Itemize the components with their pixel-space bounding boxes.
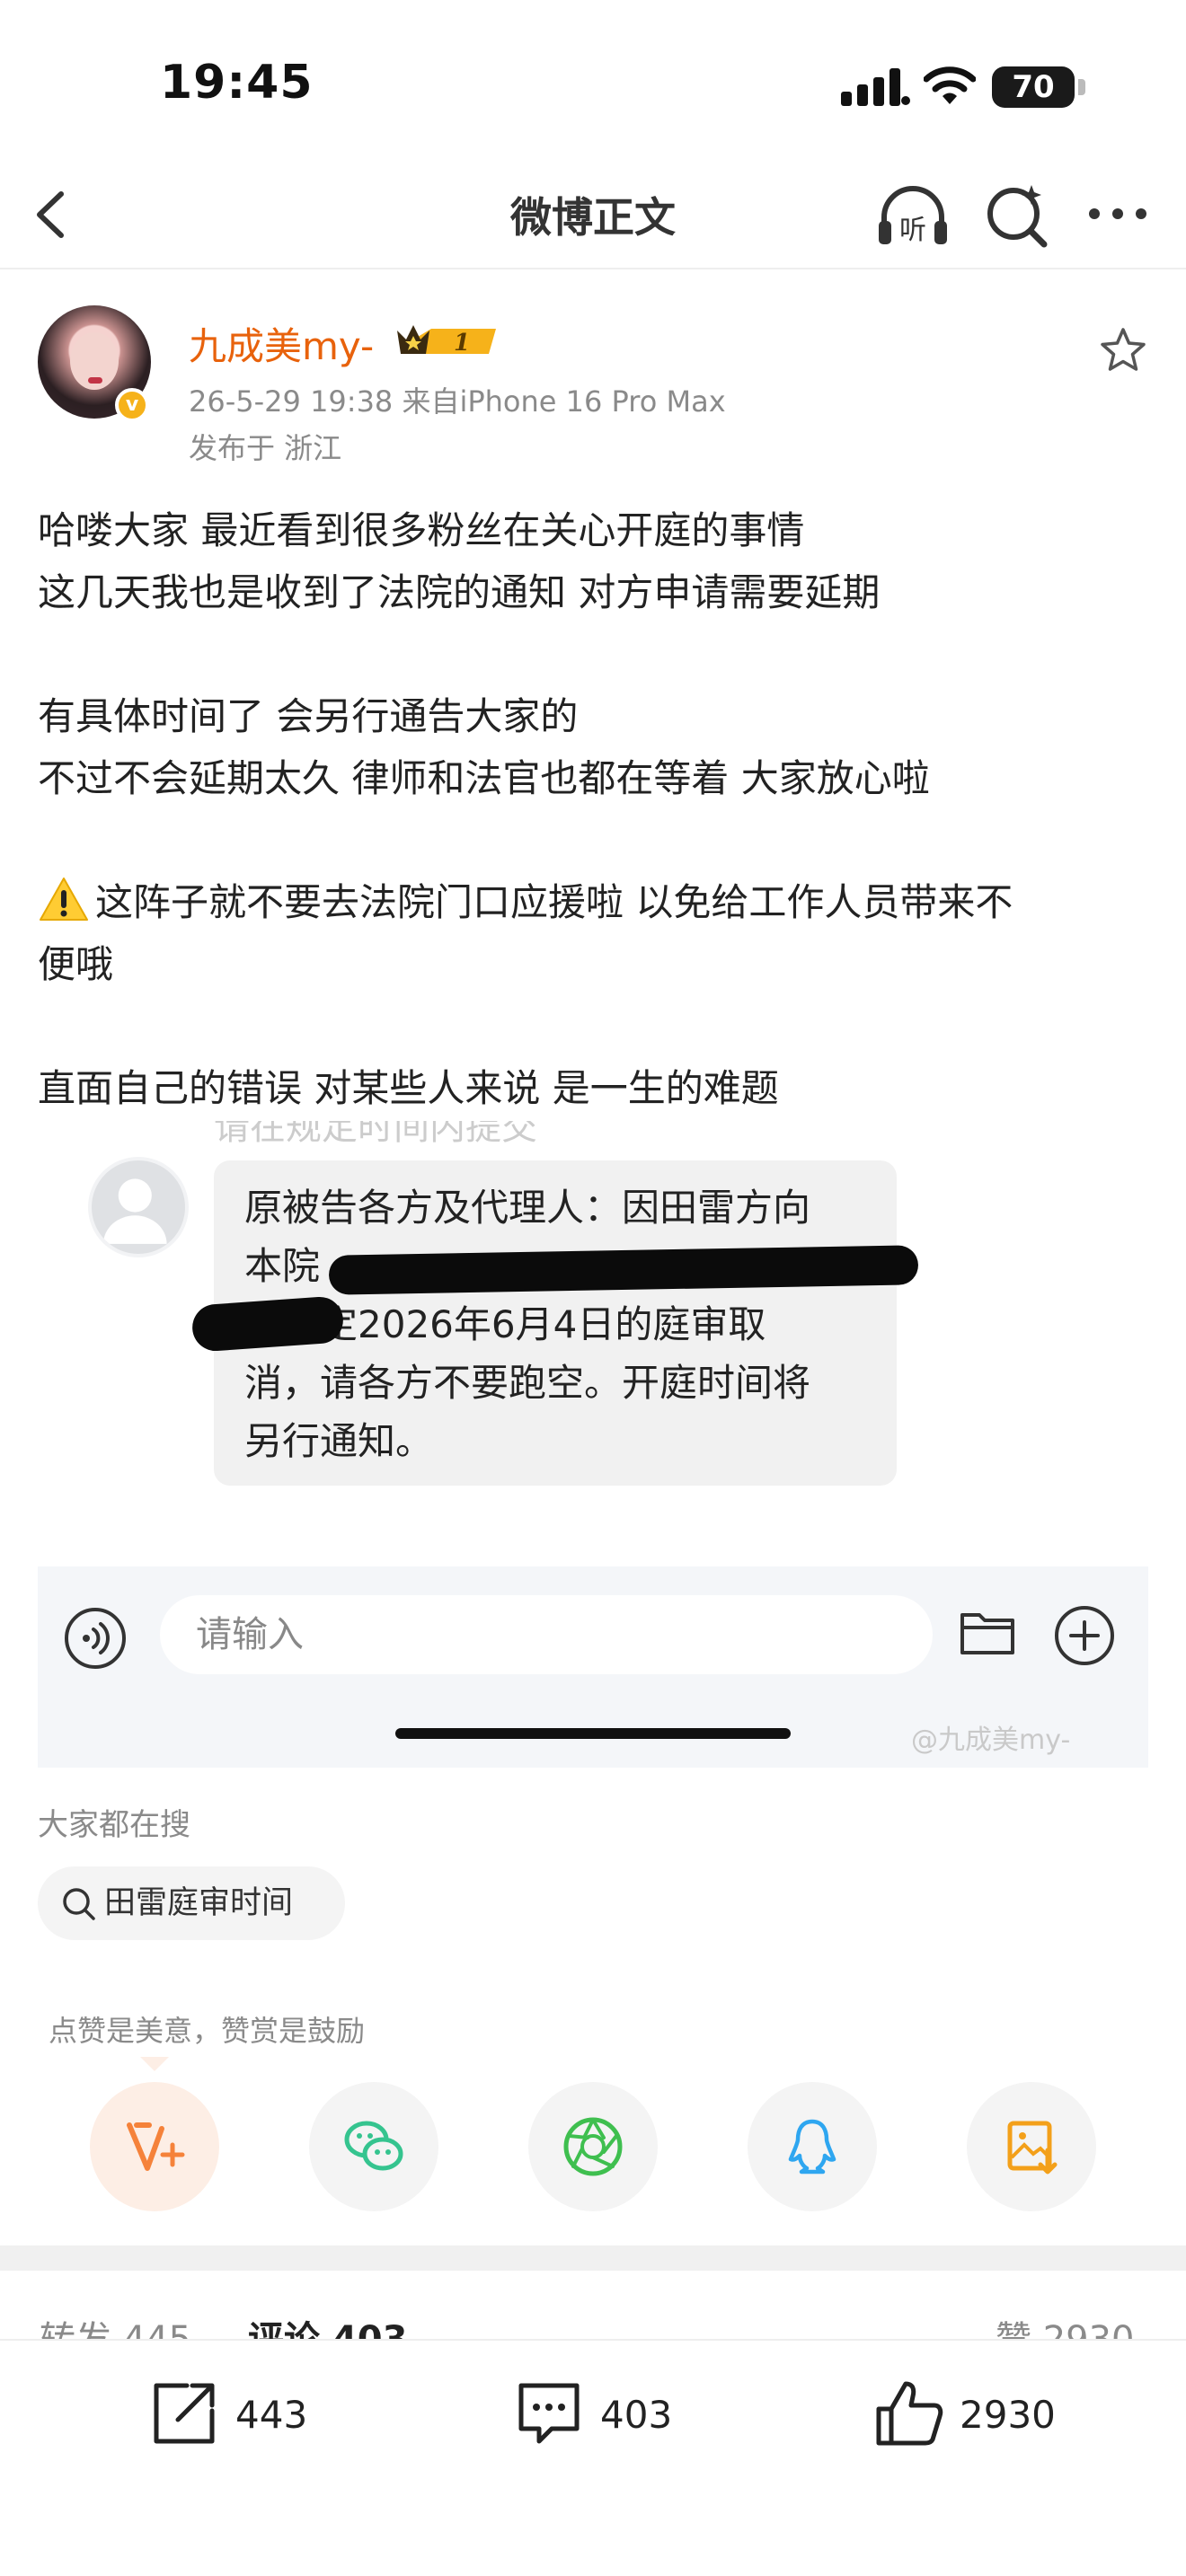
cellular-signal-icon [841,68,910,106]
vip-crown-badge-icon[interactable]: 1 [395,320,501,363]
folder-icon [960,1613,1014,1654]
post-meta: 26-5-29 19:38 来自iPhone 16 Pro Max [189,384,726,419]
wifi-icon [924,66,976,104]
message-bubble: 原被告各方及代理人：因田雷方向 本院 ，原定2026年6月4日的庭审取 消，请各… [190,1160,919,1486]
share-row [90,2082,1096,2211]
tab-comments[interactable]: 评论 403 [248,2310,407,2342]
reward-v-icon [127,2122,185,2171]
chat-input-field: 请输入 [160,1595,933,1674]
comment-bubble-icon [518,2383,580,2444]
chat-input-bar: 请输入 @九成美my- [38,1566,1148,1768]
status-bar: 19:45 70 [0,0,1186,162]
listen-headphone-icon[interactable]: 听 [875,181,951,250]
battery-nub [1078,79,1085,95]
share-moments-button[interactable] [528,2082,658,2211]
search-icon[interactable] [981,180,1053,251]
detail-tabs: 转发 445 评论 403 赞 2930 [0,2271,1186,2342]
tab-forwards[interactable]: 转发 445 [40,2310,191,2342]
bottom-toolbar: 443 403 2930 [0,2339,1186,2576]
post-line: 这阵子就不要去法院门口应援啦 以免给工作人员带来不 [95,880,1013,924]
post-line: 这几天我也是收到了法院的通知 对方申请需要延期 [38,570,881,614]
hot-search-label: 大家都在搜 [38,1807,190,1843]
tab-likes[interactable]: 赞 2930 [996,2310,1135,2342]
status-time: 19:45 [160,56,314,110]
message-line: 消，请各方不要跑空。开庭时间将 [244,1361,811,1405]
share-wechat-button[interactable] [309,2082,438,2211]
share-qq-button[interactable] [748,2082,877,2211]
post-line: 有具体时间了 会另行通告大家的 [38,694,579,738]
message-line: 原被告各方及代理人：因田雷方向 [244,1186,811,1230]
author-name[interactable]: 九成美my- [189,316,374,371]
svg-text:1: 1 [454,330,470,357]
save-image-icon [1007,2121,1058,2175]
forward-count: 443 [235,2393,308,2437]
cropped-text: 请在规定时间内提交 [214,1121,537,1148]
post-line: 哈喽大家 最近看到很多粉丝在关心开庭的事情 [38,508,805,552]
message-line: 另行通知。 [244,1419,434,1463]
image-watermark: @九成美my- [911,1725,1071,1756]
post-line: 直面自己的错误 对某些人来说 是一生的难题 [38,1066,779,1110]
nav-bar: 微博正文 听 [0,162,1186,269]
qq-penguin-icon [788,2119,836,2175]
section-divider [0,2245,1186,2271]
more-options-icon[interactable] [1085,196,1150,232]
voice-input-icon [65,1608,126,1669]
warning-icon [40,878,88,921]
post-line-warning: 这阵子就不要去法院门口应援啦 以免给工作人员带来不 [38,871,1152,933]
save-image-button[interactable] [967,2082,1096,2211]
like-count: 2930 [960,2393,1056,2437]
hint-pointer [140,2057,169,2071]
forward-share-icon [154,2383,215,2444]
hot-search-text: 田雷庭审时间 [104,1885,294,1921]
moments-aperture-icon [563,2117,623,2176]
post-content: 哈喽大家 最近看到很多粉丝在关心开庭的事情 这几天我也是收到了法院的通知 对方申… [38,499,1152,1119]
post-location: 发布于 浙江 [189,431,342,465]
search-icon [63,1888,95,1920]
battery-indicator: 70 [992,66,1075,108]
plus-circle-icon [1055,1606,1114,1665]
post-line: 不过不会延期太久 律师和法官也都在等着 大家放心啦 [38,756,930,800]
thumbs-up-icon [876,2381,943,2446]
post-image-screenshot[interactable]: 请在规定时间内提交 原被告各方及代理人：因田雷方向 本院 ，原定2026年6月4… [38,1121,1148,1768]
wechat-icon [344,2121,403,2171]
default-avatar-icon [88,1157,189,1257]
comment-count: 403 [600,2393,673,2437]
avatar-lip [88,377,102,384]
reward-hint: 点赞是美意，赞赏是鼓励 [49,2014,366,2048]
reward-button[interactable] [90,2082,219,2211]
favorite-star-icon[interactable] [1098,325,1148,375]
post-line: 便哦 [38,942,114,986]
verified-badge-icon: v [115,388,149,422]
home-indicator [395,1728,791,1739]
svg-text:听: 听 [899,215,926,246]
hot-search-chip[interactable]: 田雷庭审时间 [38,1866,345,1940]
